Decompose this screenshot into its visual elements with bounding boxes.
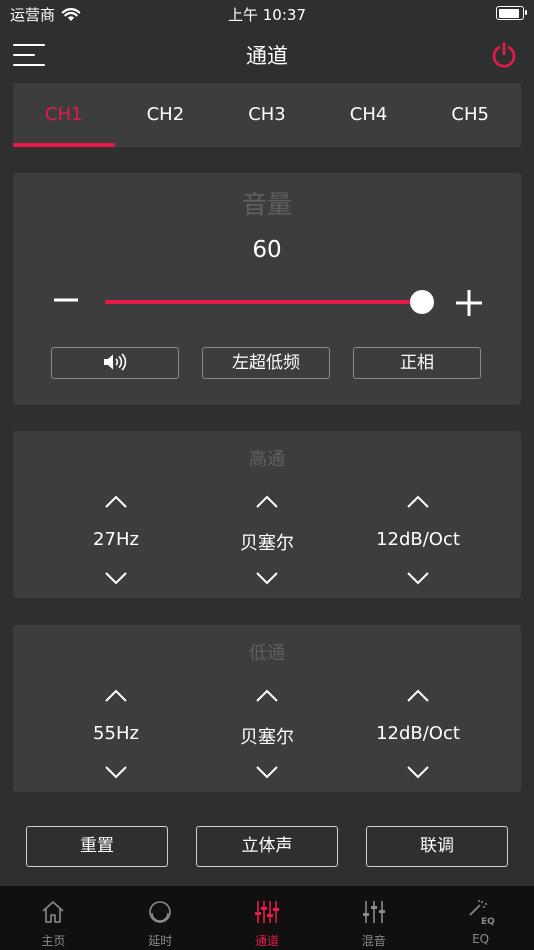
high-pass-title: 高通 [249,449,285,470]
lp-freq-up-icon[interactable] [104,689,128,703]
lp-freq-value: 55Hz [93,723,139,744]
mixer-icon [362,901,385,923]
tabbar-delay-label: 延时 [148,934,173,948]
high-pass-panel: 高通 27Hz 贝塞尔 12dB/Oct [13,431,521,598]
lp-type-value: 贝塞尔 [240,727,294,748]
hp-slope-up-icon[interactable] [406,495,430,509]
eq-wand-icon: EQ [468,900,495,926]
page-title: 通道 [246,44,288,68]
stereo-button[interactable]: 立体声 [196,826,338,867]
hp-slope-value: 12dB/Oct [376,529,460,550]
tabbar-home-label: 主页 [41,934,66,948]
hp-slope-down-icon[interactable] [406,571,430,585]
lp-slope-value: 12dB/Oct [376,723,460,744]
slider-thumb[interactable] [409,290,434,314]
tab-ch4[interactable]: CH4 [318,83,420,147]
hp-type-value: 贝塞尔 [240,533,294,554]
tabbar-mix[interactable]: 混音 [320,886,427,950]
lp-type: 贝塞尔 [197,683,337,783]
volume-minus-button[interactable] [53,287,79,313]
link-button[interactable]: 联调 [366,826,508,867]
low-pass-title: 低通 [249,643,285,664]
tab-ch1[interactable]: CH1 [13,83,115,147]
tabbar-channel-label: 通道 [254,934,279,948]
reset-button[interactable]: 重置 [26,826,168,867]
volume-title: 音量 [241,190,292,219]
volume-value: 60 [252,237,282,263]
channel-select-button[interactable]: 左超低频 [202,347,330,379]
tabbar-channel[interactable]: 通道 [214,886,321,950]
lp-type-up-icon[interactable] [255,689,279,703]
tabbar-delay[interactable]: 延时 [107,886,214,950]
battery-fill [498,8,519,18]
tabbar-home[interactable]: 主页 [0,886,107,950]
battery-icon [496,6,527,20]
tabbar-eq[interactable]: EQ EQ [427,886,534,950]
tab-ch3[interactable]: CH3 [216,83,318,147]
tabbar-mix-label: 混音 [361,934,386,948]
phase-button[interactable]: 正相 [353,347,481,379]
volume-panel: 音量 60 左超低频 正相 [13,173,521,405]
status-time: 上午 10:37 [228,6,306,24]
hp-type: 贝塞尔 [197,489,337,589]
volume-slider[interactable] [105,288,434,316]
bottom-tab-bar: 主页 延时 通道 混音 EQ EQ [0,886,534,950]
lp-type-down-icon[interactable] [255,765,279,779]
speaker-icon [104,352,127,371]
hp-type-up-icon[interactable] [255,495,279,509]
hp-type-down-icon[interactable] [255,571,279,585]
home-icon [42,901,64,923]
tabbar-eq-label: EQ [472,932,490,946]
lp-slope-down-icon[interactable] [406,765,430,779]
channel-tabs: CH1 CH2 CH3 CH4 CH5 [13,83,521,147]
channel-icon [254,901,279,923]
lp-slope: 12dB/Oct [348,683,488,783]
svg-text:EQ: EQ [481,917,495,926]
hp-freq-value: 27Hz [93,529,139,550]
hp-freq-up-icon[interactable] [104,495,128,509]
nav-bar: 通道 [0,28,534,82]
hp-freq-down-icon[interactable] [104,571,128,585]
lp-slope-up-icon[interactable] [406,689,430,703]
tab-ch5[interactable]: CH5 [419,83,521,147]
hp-slope: 12dB/Oct [348,489,488,589]
tab-ch2[interactable]: CH2 [115,83,217,147]
power-icon[interactable] [490,41,518,69]
delay-icon [149,901,171,923]
mute-button[interactable] [51,347,179,379]
status-bar: 运营商 上午 10:37 [0,0,534,28]
lp-frequency: 55Hz [46,683,186,783]
hp-frequency: 27Hz [46,489,186,589]
slider-fill [105,300,422,304]
lp-freq-down-icon[interactable] [104,765,128,779]
low-pass-panel: 低通 55Hz 贝塞尔 12dB/Oct [13,625,521,792]
volume-plus-button[interactable] [455,289,483,317]
